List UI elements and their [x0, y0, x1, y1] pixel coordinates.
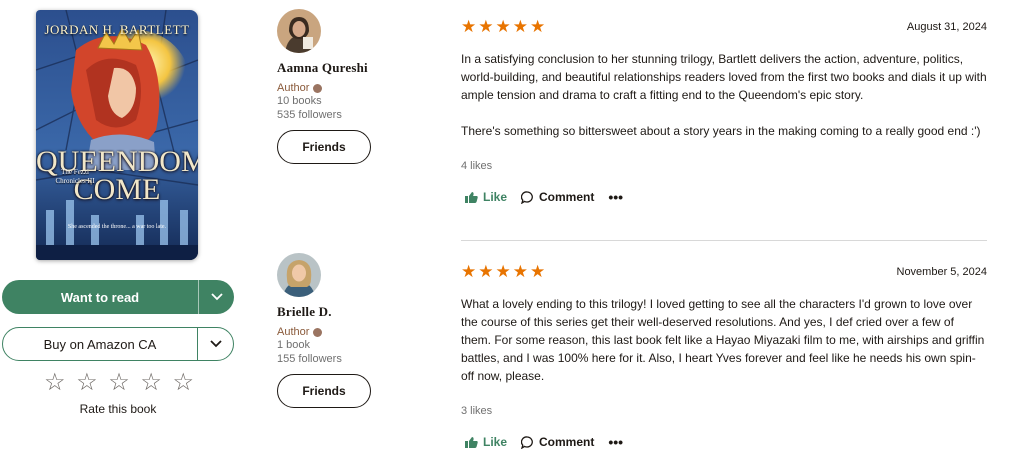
reviewer-name[interactable]: Aamna Qureshi	[277, 60, 457, 76]
like-button[interactable]: Like	[465, 190, 507, 204]
review-date[interactable]: November 5, 2024	[897, 266, 988, 278]
review-header: ★ ★ ★ ★ ★ November 5, 2024	[461, 261, 987, 283]
rate-star-4[interactable]: ☆	[140, 370, 162, 396]
rate-star-2[interactable]: ☆	[76, 370, 98, 396]
comment-icon	[521, 435, 533, 449]
comment-label: Comment	[539, 435, 595, 449]
reviewer-card: Aamna Qureshi Author 10 books 535 follow…	[277, 9, 457, 164]
chevron-down-icon	[209, 340, 222, 348]
review-paragraph: In a satisfying conclusion to her stunni…	[461, 52, 987, 102]
author-badge-label: Author	[277, 326, 310, 338]
more-options-icon[interactable]: •••	[608, 189, 623, 205]
buy-amazon-button[interactable]: Buy on Amazon CA	[2, 327, 234, 361]
comment-icon	[521, 190, 533, 204]
want-to-read-button[interactable]: Want to read	[2, 280, 234, 314]
cover-series: The Fezzi Chronicles III	[55, 168, 95, 185]
author-badge-label: Author	[277, 82, 310, 94]
review-rating: ★ ★ ★ ★ ★	[461, 17, 545, 37]
thumbs-up-icon	[465, 191, 478, 203]
author-badge-icon	[313, 83, 323, 93]
rate-this-book-label: Rate this book	[79, 402, 157, 416]
likes-count[interactable]: 4 likes	[461, 160, 987, 172]
review-date[interactable]: August 31, 2024	[907, 21, 987, 33]
avatar-image	[277, 253, 321, 297]
like-button[interactable]: Like	[465, 435, 507, 449]
friends-button[interactable]: Friends	[277, 374, 371, 408]
cover-tagline: She ascended the throne... a war too lat…	[67, 224, 167, 230]
want-to-read-label: Want to read	[60, 289, 140, 305]
thumbs-up-icon	[465, 436, 478, 448]
star-filled-icon: ★	[512, 262, 528, 281]
author-badge: Author	[277, 326, 457, 338]
rate-star-3[interactable]: ☆	[108, 370, 130, 396]
reviewer-books: 1 book	[277, 339, 311, 351]
reviewer-name[interactable]: Brielle D.	[277, 304, 457, 320]
buy-amazon-label: Buy on Amazon CA	[43, 336, 157, 352]
star-filled-icon: ★	[461, 262, 477, 281]
likes-count[interactable]: 3 likes	[461, 405, 987, 417]
avatar[interactable]	[277, 253, 321, 297]
star-filled-icon: ★	[495, 17, 511, 36]
like-label: Like	[483, 190, 508, 204]
star-filled-icon: ★	[495, 262, 511, 281]
review-rating: ★ ★ ★ ★ ★	[461, 262, 545, 282]
friends-button[interactable]: Friends	[277, 130, 371, 164]
avatar-image	[277, 9, 321, 53]
review-paragraph: There's something so bittersweet about a…	[461, 124, 981, 138]
like-label: Like	[483, 435, 508, 449]
avatar[interactable]	[277, 9, 321, 53]
comment-label: Comment	[539, 190, 595, 204]
reviewer-followers: 155 followers	[277, 353, 342, 365]
review-paragraph: What a lovely ending to this trilogy! I …	[461, 297, 985, 383]
star-filled-icon: ★	[478, 17, 494, 36]
comment-button[interactable]: Comment	[521, 190, 594, 204]
review-item: ★ ★ ★ ★ ★ August 31, 2024 In a satisfyin…	[461, 16, 987, 205]
review-header: ★ ★ ★ ★ ★ August 31, 2024	[461, 16, 987, 38]
review-text: In a satisfying conclusion to her stunni…	[461, 50, 987, 140]
review-item: ★ ★ ★ ★ ★ November 5, 2024 What a lovely…	[461, 261, 987, 450]
review-divider	[461, 240, 987, 241]
comment-button[interactable]: Comment	[521, 435, 594, 449]
star-filled-icon: ★	[461, 17, 477, 36]
star-filled-icon: ★	[530, 262, 546, 281]
chevron-down-icon	[210, 293, 223, 301]
star-filled-icon: ★	[530, 17, 546, 36]
reviewer-books: 10 books	[277, 95, 322, 107]
star-filled-icon: ★	[478, 262, 494, 281]
shelf-options-dropdown[interactable]	[198, 280, 234, 314]
rate-stars: ☆ ☆ ☆ ☆ ☆	[44, 370, 194, 396]
review-text: What a lovely ending to this trilogy! I …	[461, 295, 987, 385]
star-filled-icon: ★	[512, 17, 528, 36]
rate-star-5[interactable]: ☆	[172, 370, 194, 396]
cover-author: JORDAN H. BARTLETT	[44, 22, 190, 37]
buy-options-dropdown[interactable]	[197, 328, 233, 360]
more-options-icon[interactable]: •••	[608, 434, 623, 450]
author-badge: Author	[277, 82, 457, 94]
author-badge-icon	[313, 327, 323, 337]
rate-star-1[interactable]: ☆	[44, 370, 66, 396]
reviewer-card: Brielle D. Author 1 book 155 followers F…	[277, 253, 457, 408]
review-actions: Like Comment •••	[461, 434, 987, 450]
book-cover[interactable]: JORDAN H. BARTLETT QUEENDOM COME The Fez…	[36, 10, 198, 260]
review-actions: Like Comment •••	[461, 189, 987, 205]
reviewer-followers: 535 followers	[277, 109, 342, 121]
